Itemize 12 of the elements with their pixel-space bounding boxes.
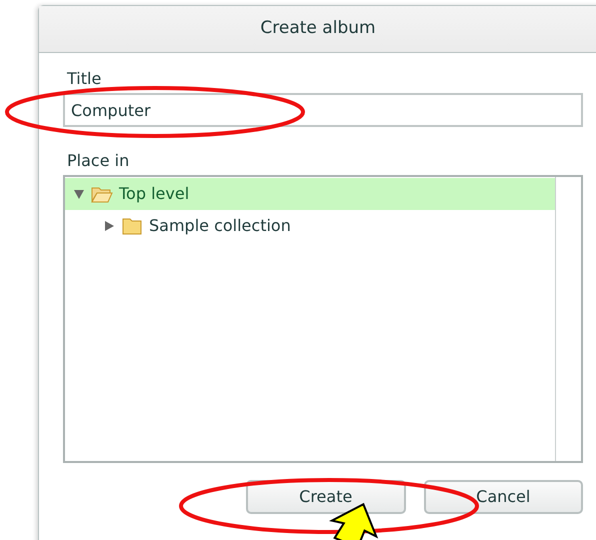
pointer-arrow [329, 502, 378, 540]
field-label: Title [67, 68, 102, 90]
dialog-button[interactable]: Cancel [424, 480, 583, 514]
expanded-triangle-icon[interactable] [73, 188, 85, 200]
folder-icon [121, 217, 143, 235]
field-label: Place in [67, 150, 130, 172]
folder-icon [91, 185, 113, 203]
tree-item[interactable]: Top level [65, 178, 555, 210]
title-input-field[interactable]: Computer [63, 93, 583, 127]
dialog-title: Create album [260, 17, 376, 40]
collapsed-triangle-icon[interactable] [103, 220, 115, 232]
tree-item[interactable]: Sample collection [65, 210, 555, 242]
